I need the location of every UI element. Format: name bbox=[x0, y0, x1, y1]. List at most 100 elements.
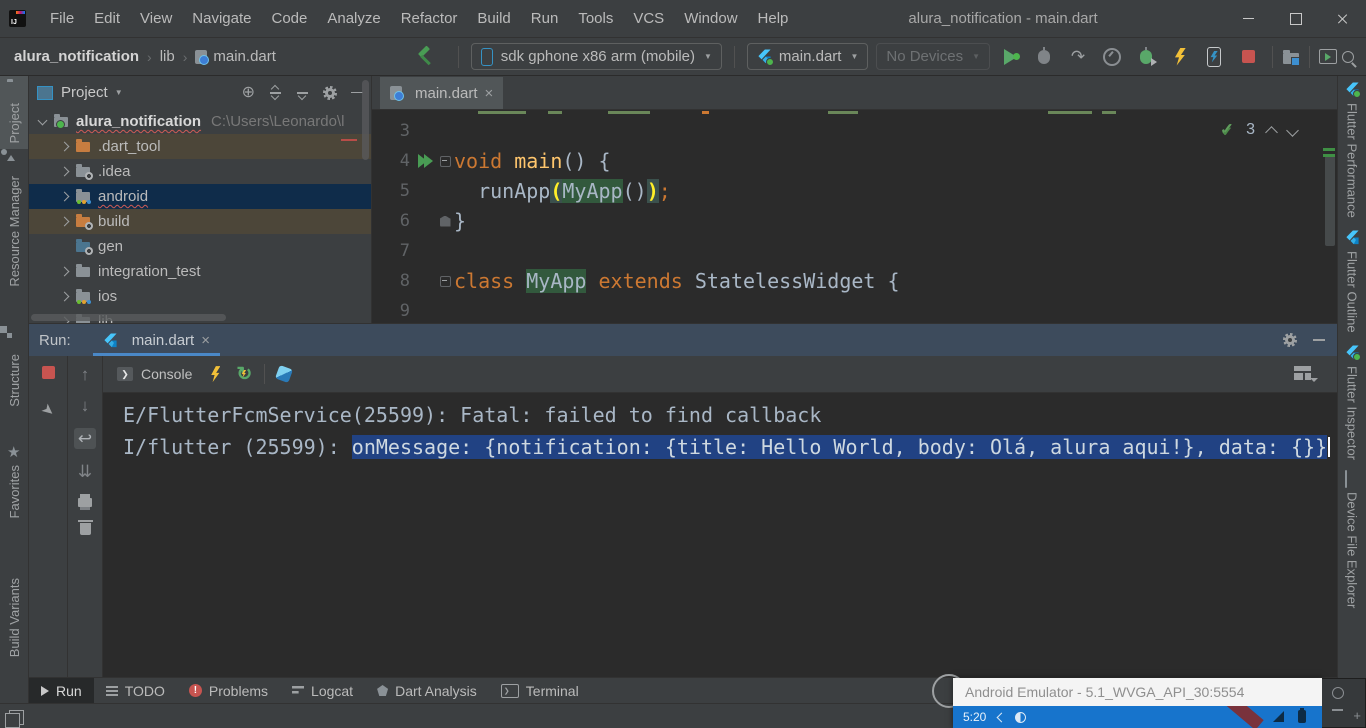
emulator-side-toolbar[interactable]: + bbox=[1322, 678, 1366, 728]
locate-file-icon[interactable]: ⊕ bbox=[242, 85, 255, 101]
profile-button[interactable]: ↷ bbox=[1068, 47, 1088, 67]
tree-row-dot-idea[interactable]: .idea bbox=[29, 159, 371, 184]
soft-wrap-icon[interactable]: ↩ bbox=[74, 428, 96, 449]
close-button[interactable] bbox=[1319, 0, 1366, 37]
running-devices-button[interactable] bbox=[1318, 47, 1338, 67]
menu-vcs[interactable]: VCS bbox=[623, 1, 674, 37]
menu-analyze[interactable]: Analyze bbox=[317, 1, 390, 37]
gear-icon[interactable] bbox=[323, 86, 337, 100]
fold-marker[interactable] bbox=[440, 156, 451, 167]
menu-file[interactable]: File bbox=[40, 1, 84, 37]
maximize-button[interactable] bbox=[1272, 0, 1319, 37]
toolwindow-tab-problems[interactable]: !Problems bbox=[177, 678, 280, 703]
flutter-attach-button[interactable] bbox=[1204, 47, 1224, 67]
sidebar-item-flutter-performance[interactable]: Flutter Performance bbox=[1345, 76, 1360, 224]
minimize-button[interactable] bbox=[1225, 0, 1272, 37]
tree-row-gen[interactable]: gen bbox=[29, 234, 371, 259]
android-emulator-window[interactable]: Android Emulator - 5.1_WVGA_API_30:5554 … bbox=[953, 678, 1366, 728]
menu-build[interactable]: Build bbox=[467, 1, 520, 37]
menu-window[interactable]: Window bbox=[674, 1, 747, 37]
device-manager-button[interactable] bbox=[1281, 47, 1301, 67]
console-tab[interactable]: Console bbox=[117, 366, 192, 382]
sidebar-item-favorites[interactable]: ★Favorites bbox=[7, 438, 22, 524]
tree-horizontal-scrollbar[interactable] bbox=[31, 314, 226, 321]
fold-marker[interactable] bbox=[440, 216, 451, 227]
toolwindow-tab-todo[interactable]: TODO bbox=[94, 678, 177, 703]
menu-refactor[interactable]: Refactor bbox=[391, 1, 468, 37]
toolwindow-tab-logcat[interactable]: Logcat bbox=[280, 678, 365, 703]
close-tab-icon[interactable]: × bbox=[485, 85, 494, 102]
hot-reload-lightning-icon[interactable] bbox=[210, 366, 220, 382]
breadcrumb-item[interactable]: main.dart bbox=[213, 48, 276, 65]
editor-scrollbar[interactable] bbox=[1325, 156, 1335, 246]
run-button[interactable] bbox=[1000, 47, 1020, 67]
run-tab-main-dart[interactable]: main.dart × bbox=[93, 324, 220, 356]
dart-devtools-icon[interactable] bbox=[275, 365, 293, 383]
expand-all-icon[interactable] bbox=[269, 86, 282, 99]
stop-icon[interactable] bbox=[42, 366, 55, 379]
device-selector[interactable]: sdk gphone x86 arm (mobile) ▼ bbox=[471, 43, 722, 70]
run-main-icon[interactable] bbox=[418, 154, 432, 168]
clear-console-icon[interactable] bbox=[80, 523, 91, 535]
up-stack-trace-icon[interactable]: ↑ bbox=[81, 366, 90, 383]
sidebar-item-build-variants[interactable]: Build Variants bbox=[7, 551, 22, 663]
menu-view[interactable]: View bbox=[130, 1, 182, 37]
toolwindow-tab-dart-analysis[interactable]: Dart Analysis bbox=[365, 678, 489, 703]
breadcrumb-item[interactable]: lib bbox=[160, 48, 175, 65]
gear-icon[interactable] bbox=[1283, 333, 1297, 347]
tree-chevron-icon[interactable] bbox=[60, 192, 70, 202]
scroll-to-end-icon[interactable]: ⇊ bbox=[78, 463, 92, 480]
hot-reload-button[interactable] bbox=[1170, 47, 1190, 67]
menu-navigate[interactable]: Navigate bbox=[182, 1, 261, 37]
tree-chevron-icon[interactable] bbox=[60, 167, 70, 177]
tool-window-switcher-icon[interactable] bbox=[9, 710, 24, 725]
collapse-all-icon[interactable] bbox=[296, 86, 309, 99]
close-tab-icon[interactable]: × bbox=[201, 332, 210, 349]
breadcrumb-item[interactable]: alura_notification bbox=[14, 48, 139, 65]
sidebar-item-flutter-inspector[interactable]: Flutter Inspector bbox=[1345, 339, 1360, 466]
pin-icon[interactable]: ➤ bbox=[37, 399, 58, 421]
menu-tools[interactable]: Tools bbox=[568, 1, 623, 37]
tree-row-integration_test[interactable]: integration_test bbox=[29, 259, 371, 284]
tree-chevron-icon[interactable] bbox=[60, 292, 70, 302]
sidebar-item-structure[interactable]: Structure bbox=[7, 327, 22, 413]
tree-row-ios[interactable]: ios bbox=[29, 284, 371, 309]
tree-vertical-scrollbar[interactable] bbox=[362, 80, 369, 160]
profiler-button[interactable] bbox=[1102, 47, 1122, 67]
menu-run[interactable]: Run bbox=[521, 1, 569, 37]
search-everywhere-button[interactable] bbox=[1338, 47, 1358, 67]
editor-body[interactable]: 34void main() {5 runApp(MyApp());6}78cla… bbox=[372, 110, 1337, 323]
inspection-widget[interactable]: ✓ 3 bbox=[1220, 120, 1297, 140]
prev-problem-icon[interactable] bbox=[1265, 126, 1278, 139]
target-device-selector[interactable]: No Devices ▼ bbox=[876, 43, 990, 70]
menu-code[interactable]: Code bbox=[261, 1, 317, 37]
sidebar-item-resource-manager[interactable]: Resource Manager bbox=[7, 149, 22, 293]
toolwindow-tab-terminal[interactable]: Terminal bbox=[489, 678, 591, 703]
fold-marker[interactable] bbox=[440, 276, 451, 287]
run-config-selector[interactable]: main.dart ▼ bbox=[747, 43, 868, 70]
tree-row-dot-dart_tool[interactable]: .dart_tool bbox=[29, 134, 371, 159]
next-problem-icon[interactable] bbox=[1286, 124, 1299, 137]
tree-chevron-icon[interactable] bbox=[60, 142, 70, 152]
tree-row-build[interactable]: build bbox=[29, 209, 371, 234]
editor-tab-main-dart[interactable]: main.dart × bbox=[380, 77, 503, 109]
toolwindow-tab-run[interactable]: Run bbox=[29, 678, 94, 703]
stop-button[interactable] bbox=[1238, 47, 1258, 67]
sidebar-item-flutter-outline[interactable]: Flutter Outline bbox=[1345, 224, 1360, 339]
menu-edit[interactable]: Edit bbox=[84, 1, 130, 37]
tree-chevron-icon[interactable] bbox=[60, 267, 70, 277]
tree-chevron-icon[interactable] bbox=[60, 217, 70, 227]
hide-panel-icon[interactable] bbox=[1313, 339, 1325, 341]
debug-button[interactable] bbox=[1034, 47, 1054, 67]
sidebar-item-project[interactable]: Project bbox=[0, 76, 28, 149]
emulator-title-bar[interactable]: Android Emulator - 5.1_WVGA_API_30:5554 bbox=[953, 678, 1322, 706]
tree-row-alura_notification[interactable]: alura_notificationC:\Users\Leonardo\l bbox=[29, 109, 371, 134]
build-hammer-icon[interactable] bbox=[416, 47, 436, 67]
console-output[interactable]: E/FlutterFcmService(25599): Fatal: faile… bbox=[103, 393, 1337, 677]
tree-row-android[interactable]: android bbox=[29, 184, 371, 209]
down-stack-trace-icon[interactable]: ↓ bbox=[81, 397, 90, 414]
project-panel-title[interactable]: Project bbox=[61, 84, 108, 101]
hot-restart-icon[interactable]: ↻ bbox=[236, 365, 252, 384]
tree-chevron-icon[interactable] bbox=[38, 115, 48, 125]
layout-options-icon[interactable] bbox=[1294, 366, 1311, 380]
